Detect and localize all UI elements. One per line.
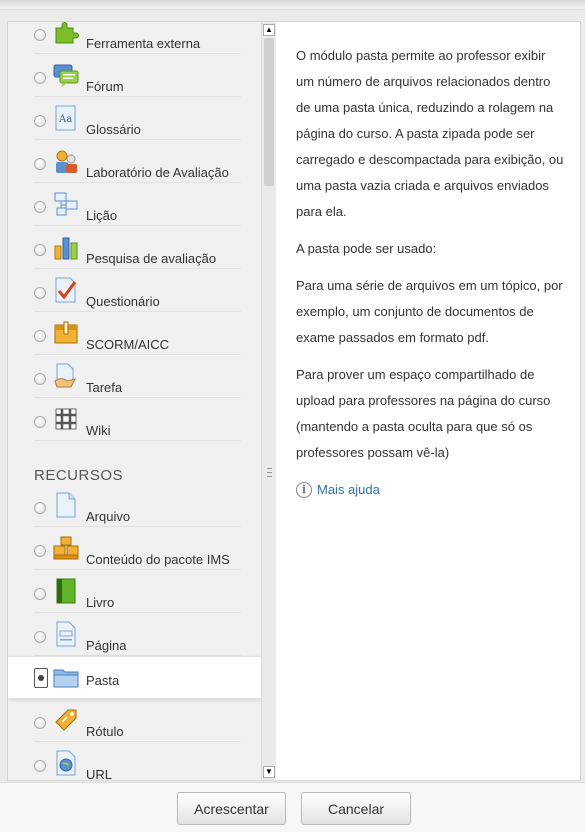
- option-radio[interactable]: [34, 373, 46, 385]
- puzzle-icon: [53, 22, 79, 45]
- option-url[interactable]: URL: [8, 742, 261, 780]
- option-radio[interactable]: [34, 502, 46, 514]
- info-icon: i: [296, 482, 312, 498]
- option-conteudo-do-pacote-ims[interactable]: Conteúdo do pacote IMS: [8, 527, 261, 570]
- forum-icon: [53, 62, 79, 88]
- scrollbar-thumb[interactable]: [264, 38, 274, 186]
- option-label: Conteúdo do pacote IMS: [86, 552, 230, 567]
- help-paragraph: Para prover um espaço compartilhado de u…: [296, 367, 551, 460]
- option-tarefa[interactable]: Tarefa: [8, 355, 261, 398]
- option-rotulo[interactable]: Rótulo: [8, 699, 261, 742]
- add-button[interactable]: Acrescentar: [177, 792, 286, 825]
- quiz-icon: [53, 277, 79, 303]
- option-pagina[interactable]: Página: [8, 613, 261, 656]
- option-label: URL: [86, 767, 113, 780]
- option-pesquisa-de-avaliacao[interactable]: Pesquisa de avaliação: [8, 226, 261, 269]
- option-radio-selected[interactable]: [34, 668, 48, 688]
- option-radio[interactable]: [34, 244, 46, 256]
- option-label: Wiki: [86, 423, 111, 438]
- option-label: SCORM/AICC: [86, 337, 170, 352]
- option-label: Página: [86, 638, 127, 653]
- label-icon: [53, 707, 79, 733]
- wiki-icon: [53, 406, 79, 432]
- dialog-top-bar: [0, 0, 585, 10]
- option-label: Pesquisa de avaliação: [86, 251, 217, 266]
- option-radio[interactable]: [34, 287, 46, 299]
- option-radio[interactable]: [34, 115, 46, 127]
- option-glossario[interactable]: Aa Glossário: [8, 97, 261, 140]
- book-icon: [53, 578, 79, 604]
- option-label: Questionário: [86, 294, 160, 309]
- option-scorm-aicc[interactable]: SCORM/AICC: [8, 312, 261, 355]
- option-label: Rótulo: [86, 724, 124, 739]
- option-radio[interactable]: [34, 29, 46, 41]
- options-pane: Ferramenta externa Fórum Aa Glossário La…: [8, 22, 261, 780]
- option-radio[interactable]: [34, 201, 46, 213]
- option-wiki[interactable]: Wiki: [8, 398, 261, 441]
- folder-icon: [53, 665, 79, 691]
- option-radio[interactable]: [34, 416, 46, 428]
- lesson-icon: [53, 191, 79, 217]
- option-questionario[interactable]: Questionário: [8, 269, 261, 312]
- option-label: Tarefa: [86, 380, 123, 395]
- option-label: Pasta: [86, 673, 120, 688]
- option-radio[interactable]: [34, 72, 46, 84]
- option-forum[interactable]: Fórum: [8, 54, 261, 97]
- option-label: Ferramenta externa: [86, 36, 201, 51]
- option-licao[interactable]: Lição: [8, 183, 261, 226]
- option-radio[interactable]: [34, 717, 46, 729]
- file-icon: [53, 492, 79, 518]
- cancel-button[interactable]: Cancelar: [301, 792, 411, 825]
- help-paragraph: Para uma série de arquivos em um tópico,…: [296, 278, 563, 345]
- help-paragraph: A pasta pode ser usado:: [296, 241, 437, 256]
- dialog-footer: Acrescentar Cancelar: [0, 782, 585, 832]
- option-label: Livro: [86, 595, 115, 610]
- scroll-down-arrow-icon[interactable]: ▼: [263, 766, 275, 778]
- option-label: Lição: [86, 208, 118, 223]
- more-help-label[interactable]: Mais ajuda: [317, 477, 380, 503]
- survey-icon: [53, 234, 79, 260]
- option-radio[interactable]: [34, 330, 46, 342]
- more-help-link[interactable]: i Mais ajuda: [296, 477, 566, 503]
- assignment-icon: [53, 363, 79, 389]
- options-list: Ferramenta externa Fórum Aa Glossário La…: [8, 22, 261, 780]
- help-pane: O módulo pasta permite ao professor exib…: [276, 22, 580, 780]
- resize-grip-icon[interactable]: [267, 468, 272, 477]
- option-radio[interactable]: [34, 158, 46, 170]
- option-label: Laboratório de Avaliação: [86, 165, 229, 180]
- option-radio[interactable]: [34, 760, 46, 772]
- option-ferramenta-externa[interactable]: Ferramenta externa: [8, 22, 261, 54]
- workshop-icon: [53, 148, 79, 174]
- option-arquivo[interactable]: Arquivo: [8, 484, 261, 527]
- option-livro[interactable]: Livro: [8, 570, 261, 613]
- resources-heading: RECURSOS: [34, 467, 124, 484]
- divider: [34, 440, 241, 441]
- option-label: Glossário: [86, 122, 141, 137]
- scroll-up-arrow-icon[interactable]: ▲: [263, 24, 275, 36]
- option-label: Arquivo: [86, 509, 131, 524]
- ims-package-icon: [53, 535, 79, 561]
- option-pasta[interactable]: Pasta: [8, 656, 261, 699]
- scorm-icon: [53, 320, 79, 346]
- help-paragraph: O módulo pasta permite ao professor exib…: [296, 48, 564, 219]
- option-label: Fórum: [86, 79, 124, 94]
- page-icon: [53, 621, 79, 647]
- option-radio[interactable]: [34, 545, 46, 557]
- options-scrollbar[interactable]: ▲ ▼: [261, 22, 276, 780]
- glossary-icon: Aa: [53, 105, 79, 131]
- svg-text:Aa: Aa: [58, 114, 72, 125]
- option-laboratorio-de-avaliacao[interactable]: Laboratório de Avaliação: [8, 140, 261, 183]
- option-radio[interactable]: [34, 588, 46, 600]
- url-icon: [53, 750, 79, 776]
- activity-chooser: Ferramenta externa Fórum Aa Glossário La…: [7, 21, 581, 781]
- option-radio[interactable]: [34, 631, 46, 643]
